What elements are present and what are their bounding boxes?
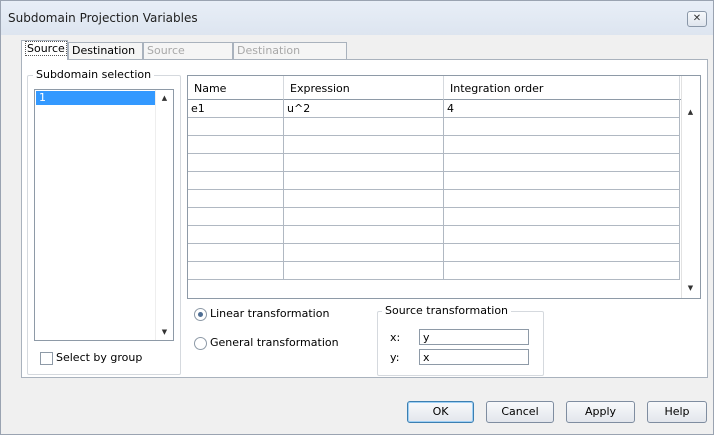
table-cell[interactable] xyxy=(444,118,680,136)
column-header-integration-order[interactable]: Integration order xyxy=(444,76,680,100)
source-transformation-title: Source transformation xyxy=(382,304,512,317)
table-cell[interactable] xyxy=(444,226,680,244)
subdomain-selection-title: Subdomain selection xyxy=(33,68,155,81)
table-cell[interactable] xyxy=(188,190,284,208)
table-cell[interactable] xyxy=(444,190,680,208)
table-cell[interactable] xyxy=(284,208,444,226)
x-expression-field[interactable]: y xyxy=(419,329,529,345)
table-cell[interactable] xyxy=(444,244,680,262)
chevron-down-icon[interactable]: ▼ xyxy=(156,328,173,336)
table-cell[interactable]: u^2 xyxy=(284,100,444,118)
dialog-window: Subdomain Projection Variables ✕ Source … xyxy=(0,0,714,435)
tab-destination[interactable]: Destination xyxy=(68,42,143,59)
table-cell[interactable] xyxy=(444,262,680,280)
y-expression-field[interactable]: x xyxy=(419,349,529,365)
y-label: y: xyxy=(390,351,400,364)
table-cell[interactable] xyxy=(284,136,444,154)
tab-destination-vertices: Destination Vertices xyxy=(233,42,347,73)
cancel-button[interactable]: Cancel xyxy=(486,401,554,423)
table-cell[interactable] xyxy=(284,190,444,208)
table-cell[interactable] xyxy=(188,208,284,226)
close-icon: ✕ xyxy=(692,13,702,24)
table-cell[interactable] xyxy=(284,118,444,136)
linear-transformation-radio[interactable] xyxy=(194,308,207,321)
table-cell[interactable] xyxy=(284,244,444,262)
close-button[interactable]: ✕ xyxy=(687,11,707,27)
chevron-up-icon[interactable]: ▲ xyxy=(156,94,173,102)
table-cell[interactable] xyxy=(444,172,680,190)
linear-transformation-label: Linear transformation xyxy=(210,307,330,320)
table-cell[interactable] xyxy=(284,172,444,190)
variables-table[interactable]: Name Expression Integration order e1 u^2… xyxy=(187,75,701,299)
table-cell[interactable]: e1 xyxy=(188,100,284,118)
table-cell[interactable] xyxy=(188,118,284,136)
table-cell[interactable] xyxy=(188,262,284,280)
tab-source[interactable]: Source xyxy=(21,40,68,60)
table-cell[interactable] xyxy=(284,154,444,172)
table-cell[interactable] xyxy=(444,154,680,172)
general-transformation-radio[interactable] xyxy=(194,337,207,350)
table-cell[interactable]: 4 xyxy=(444,100,680,118)
chevron-up-icon[interactable]: ▲ xyxy=(682,108,699,116)
title-bar: Subdomain Projection Variables ✕ xyxy=(1,1,713,35)
help-button[interactable]: Help xyxy=(647,401,707,423)
select-by-group-label: Select by group xyxy=(56,351,143,364)
chevron-down-icon[interactable]: ▼ xyxy=(682,284,699,292)
table-cell[interactable] xyxy=(188,172,284,190)
listbox-scrollbar[interactable]: ▲ ▼ xyxy=(155,90,173,340)
table-cell[interactable] xyxy=(188,136,284,154)
table-cell[interactable] xyxy=(284,226,444,244)
column-header-name[interactable]: Name xyxy=(188,76,284,100)
table-scrollbar[interactable]: ▲ ▼ xyxy=(681,76,700,298)
table-cell[interactable] xyxy=(444,136,680,154)
ok-button[interactable]: OK xyxy=(407,401,474,423)
tab-source-vertices: Source Vertices xyxy=(143,42,233,73)
table-cell[interactable] xyxy=(444,208,680,226)
window-title: Subdomain Projection Variables xyxy=(8,11,198,25)
table-cell[interactable] xyxy=(188,244,284,262)
table-cell[interactable] xyxy=(284,262,444,280)
general-transformation-label: General transformation xyxy=(210,336,339,349)
subdomain-listbox[interactable]: 1 ▲ ▼ xyxy=(34,89,174,341)
table-cell[interactable] xyxy=(188,226,284,244)
column-header-expression[interactable]: Expression xyxy=(284,76,444,100)
table-cell[interactable] xyxy=(188,154,284,172)
select-by-group-checkbox[interactable] xyxy=(40,352,53,365)
list-item[interactable]: 1 xyxy=(36,91,156,105)
x-label: x: xyxy=(390,331,401,344)
apply-button[interactable]: Apply xyxy=(566,401,635,423)
